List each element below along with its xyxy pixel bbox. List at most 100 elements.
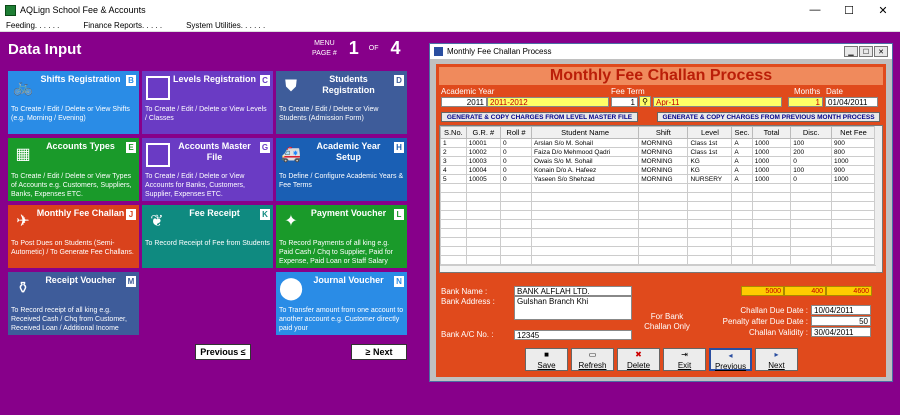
save-button[interactable]: ■ Save <box>525 348 568 371</box>
table-row[interactable]: 1 10001 0 Arslan S/o M. Sohail MORNING Class … <box>440 138 876 148</box>
next-button[interactable]: ▸ Next <box>755 348 798 371</box>
column-header[interactable]: Total <box>751 126 792 139</box>
months-label: Months <box>794 87 821 96</box>
search-icon[interactable]: ⚲ <box>639 96 651 107</box>
menu-system-utilities[interactable]: System Utilities. . . . . . <box>186 21 265 30</box>
table-cell: 2 <box>440 147 467 157</box>
due-date-label: Challan Due Date : <box>740 306 808 315</box>
table-row[interactable] <box>440 246 876 256</box>
menu-finance-reports[interactable]: Finance Reports. . . . . <box>83 21 162 30</box>
previous-button[interactable]: ◂ Previous <box>709 348 752 371</box>
tile-payment-voucher[interactable]: ✦ Payment Voucher L To Record Payments of a… <box>276 205 407 268</box>
dialog-minimize-button[interactable]: ▁ <box>844 46 858 57</box>
maximize-button[interactable]: ☐ <box>832 0 866 20</box>
due-date-field[interactable]: 10/04/2011 <box>811 305 871 315</box>
table-row[interactable] <box>440 210 876 220</box>
table-cell: A <box>731 174 753 184</box>
validity-field[interactable]: 30/04/2011 <box>811 327 871 337</box>
table-cell: Arslan S/o M. Sohail <box>531 138 640 148</box>
table-cell: 1000 <box>751 138 792 148</box>
table-cell: Class 1st <box>687 138 733 148</box>
students-grid[interactable]: S.No. G.R. # Roll # Student Name Shift Level S… <box>439 125 883 273</box>
column-header[interactable]: G.R. # <box>465 126 501 139</box>
tile-title: Shifts Registration <box>40 74 121 84</box>
dialog-maximize-button[interactable]: ☐ <box>859 46 873 57</box>
table-row[interactable] <box>440 237 876 247</box>
exit-button[interactable]: ⇥ Exit <box>663 348 706 371</box>
table-row[interactable]: 5 10005 0 Yaseen S/o Shehzad MORNING NURSERY A… <box>440 174 876 184</box>
table-cell: A <box>731 165 753 175</box>
table-cell: 10001 <box>465 138 501 148</box>
tile-students-registration[interactable]: ⛊ Students Registration D To Create / Edit … <box>276 71 407 134</box>
table-row[interactable] <box>440 255 876 265</box>
close-button[interactable]: ✕ <box>866 0 900 20</box>
generate-from-level-master-button[interactable]: GENERATE & COPY CHARGES FROM LEVEL MASTE… <box>441 112 638 122</box>
bank-address-field[interactable]: Gulshan Branch Khi <box>514 296 632 320</box>
bank-name-label: Bank Name : <box>441 287 488 296</box>
previous-page-button[interactable]: Previous ≤ <box>195 344 251 360</box>
tile-accounts-master-file[interactable]: Accounts Master File G To Create / Edit / … <box>142 138 273 201</box>
table-cell <box>638 228 689 238</box>
generate-from-previous-month-button[interactable]: GENERATE & COPY CHARGES FROM PREVIOUS MO… <box>657 112 880 122</box>
refresh-button[interactable]: ▭ Refresh <box>571 348 614 371</box>
tile-shifts-registration[interactable]: 🚲 Shifts Registration B To Create / Edit / … <box>8 71 139 134</box>
tile-monthly-fee-challan[interactable]: ✈ Monthly Fee Challan J To Post Dues on Stu… <box>8 205 139 268</box>
table-row[interactable]: 4 10004 0 Konain D/o A. Hafeez MORNING KG A 100… <box>440 165 876 175</box>
dialog-close-button[interactable]: ✕ <box>874 46 888 57</box>
date-label: Date <box>826 87 843 96</box>
shield-icon: ⛊ <box>284 78 297 95</box>
table-cell <box>499 228 533 238</box>
table-cell <box>499 183 533 193</box>
table-row[interactable] <box>440 228 876 238</box>
grid-vertical-scrollbar[interactable] <box>874 126 882 272</box>
tile-journal-voucher[interactable]: ⬤ Journal Voucher N To Transfer amount from… <box>276 272 407 335</box>
table-cell: 1000 <box>751 174 792 184</box>
table-row[interactable]: 2 10002 0 Faiza D/o Mehmood Qadri MORNING Cla… <box>440 147 876 157</box>
bank-name-field[interactable]: BANK ALFLAH LTD. <box>514 286 632 296</box>
next-page-button[interactable]: ≥ Next <box>351 344 407 360</box>
table-cell: A <box>731 147 753 157</box>
table-row[interactable] <box>440 219 876 229</box>
tile-receipt-voucher[interactable]: ⚱ Receipt Voucher M To Record receipt of al… <box>8 272 139 335</box>
column-header[interactable]: Student Name <box>531 126 640 139</box>
grid-horizontal-scrollbar[interactable] <box>440 265 876 272</box>
tile-academic-year-setup[interactable]: 🚑 Academic Year Setup H To Define / Configu… <box>276 138 407 201</box>
table-cell <box>499 201 533 211</box>
menu-label: MENU <box>314 39 335 47</box>
academic-year-name-field[interactable]: 2011-2012 <box>487 97 609 107</box>
table-cell: Konain D/o A. Hafeez <box>531 165 640 175</box>
for-bank-note: For Bank Challan Only <box>639 312 695 332</box>
tile-fee-receipt[interactable]: ❦ Fee Receipt K To Record Receipt of Fee fr… <box>142 205 273 268</box>
months-field[interactable]: 1 <box>788 97 823 107</box>
column-header[interactable]: Roll # <box>499 126 533 139</box>
column-header[interactable]: Level <box>687 126 733 139</box>
bank-ac-field[interactable]: 12345 <box>514 330 632 340</box>
table-row[interactable]: 3 10003 0 Owais S/o M. Sohail MORNING KG A 1000… <box>440 156 876 166</box>
tile-shortcut-key: D <box>394 75 404 86</box>
table-cell: 1 <box>440 138 467 148</box>
table-cell <box>831 255 876 265</box>
penalty-field[interactable]: 50 <box>811 316 871 326</box>
tile-levels-registration[interactable]: Levels Registration C To Create / Edit / D… <box>142 71 273 134</box>
table-cell <box>638 192 689 202</box>
minimize-button[interactable]: — <box>798 0 832 20</box>
column-header[interactable]: Disc. <box>790 126 832 139</box>
tile-accounts-types[interactable]: ▦ Accounts Types E To Create / Edit / Delet… <box>8 138 139 201</box>
delete-button[interactable]: ✖ Delete <box>617 348 660 371</box>
column-header[interactable]: S.No. <box>440 126 467 139</box>
menu-feeding[interactable]: Feeding. . . . . . <box>6 21 59 30</box>
fee-term-code-field[interactable]: 1 <box>611 97 638 107</box>
table-row[interactable] <box>440 201 876 211</box>
table-cell: 1000 <box>751 165 792 175</box>
tile-title: Accounts Master File <box>178 141 251 162</box>
date-field[interactable]: 01/04/2011 <box>825 97 878 107</box>
academic-year-code-field[interactable]: 2011 <box>441 97 487 107</box>
fee-term-name-field[interactable]: Apr-11 <box>653 97 782 107</box>
table-row[interactable] <box>440 192 876 202</box>
table-cell <box>465 237 501 247</box>
column-header[interactable]: Sec. <box>731 126 753 139</box>
column-header[interactable]: Net Fee <box>831 126 876 139</box>
column-header[interactable]: Shift <box>638 126 689 139</box>
table-cell <box>790 255 832 265</box>
table-row[interactable] <box>440 183 876 193</box>
